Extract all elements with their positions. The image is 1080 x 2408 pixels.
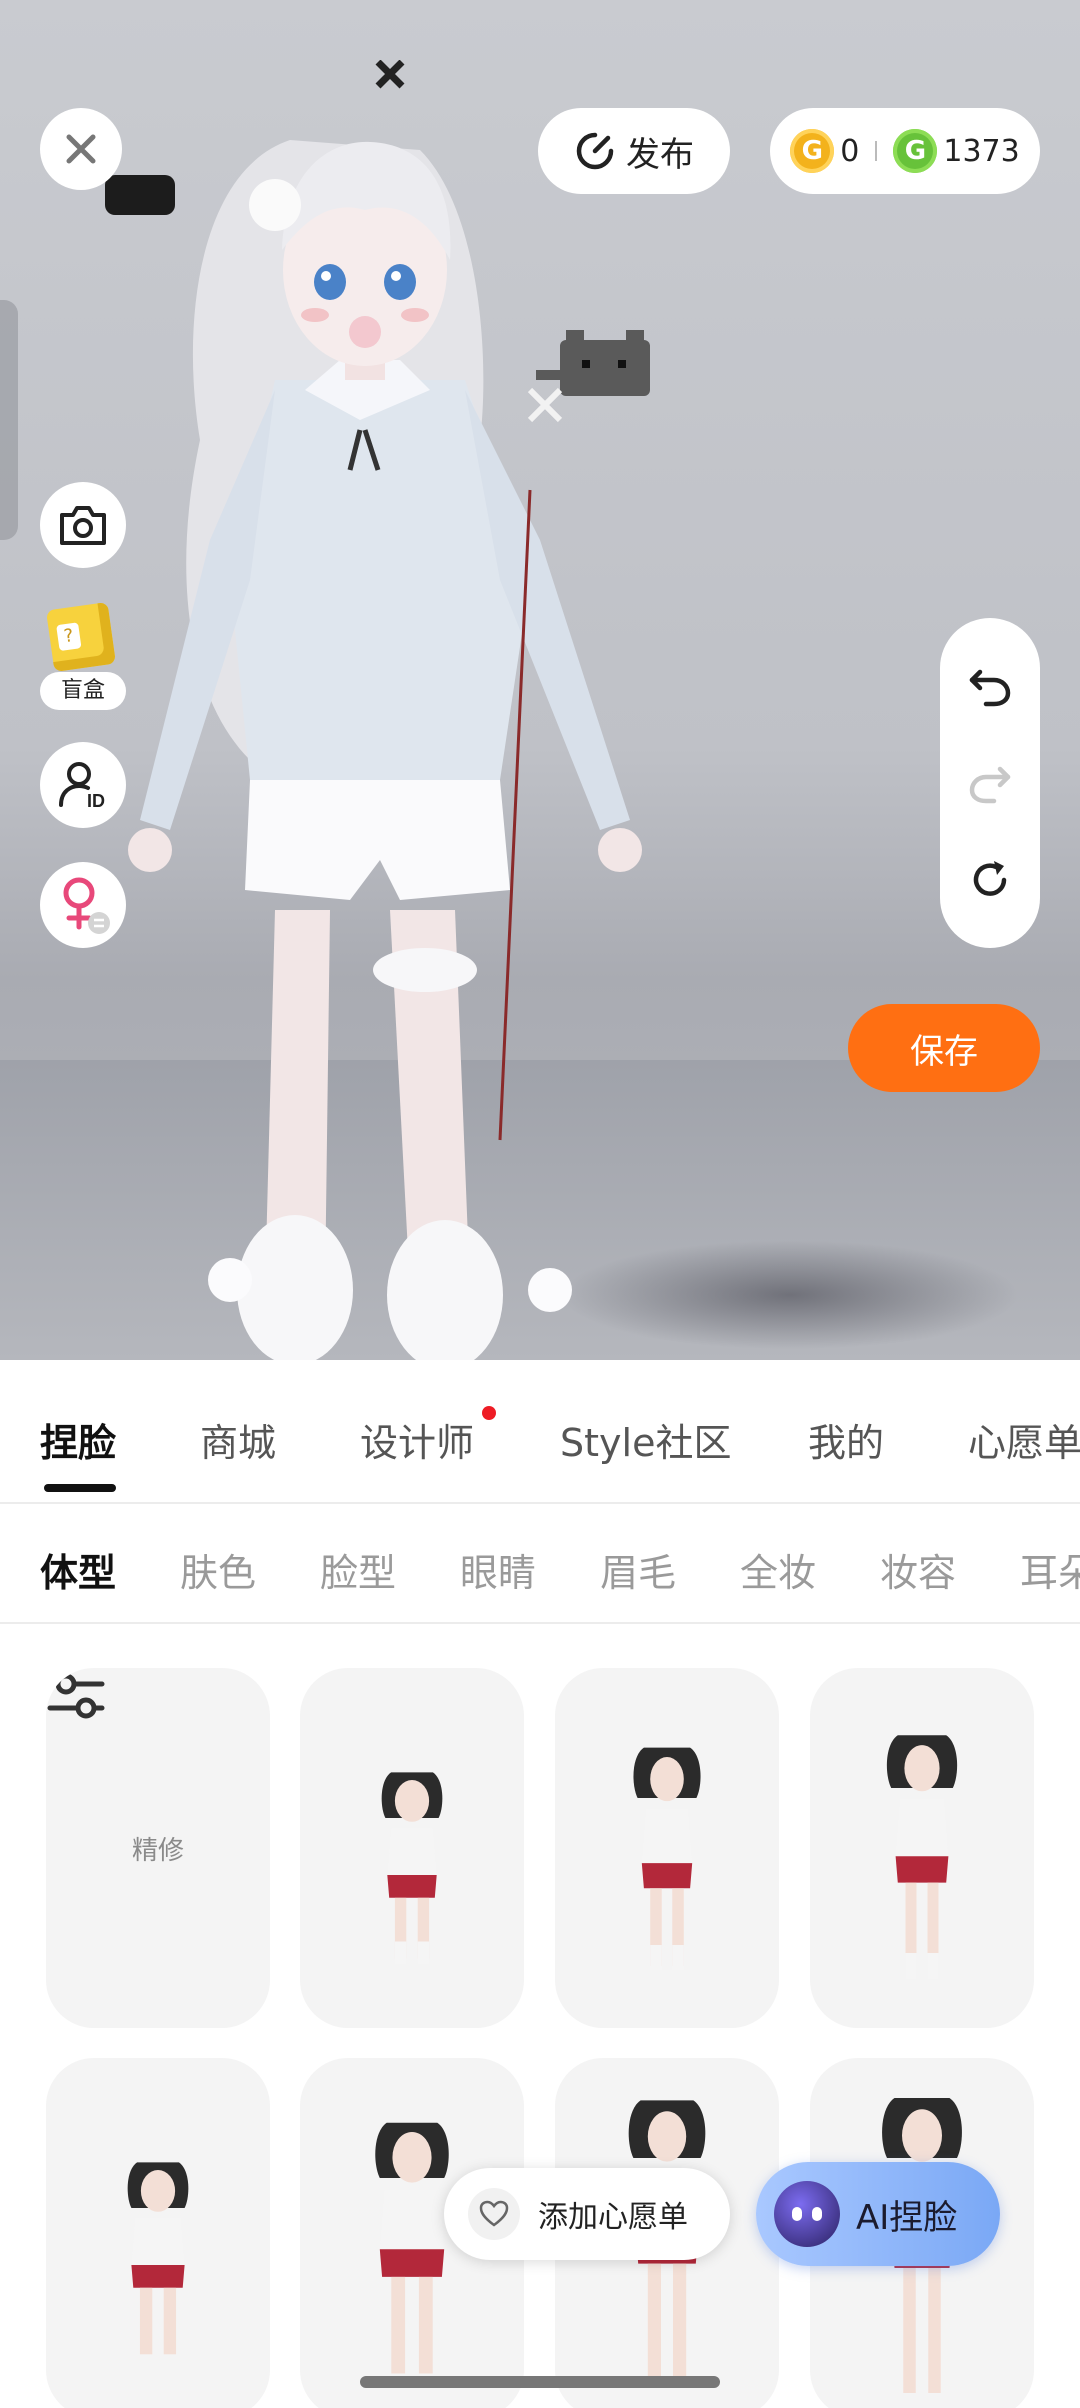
green-coin-count: 1373	[943, 133, 1020, 169]
publish-label: 发布	[626, 134, 694, 175]
currency-divider	[875, 141, 878, 161]
tab-style-community[interactable]: Style社区	[560, 1412, 731, 1467]
body-preset-card[interactable]	[555, 1668, 779, 2028]
body-preset-thumbnail	[127, 2162, 189, 2355]
body-preset-card[interactable]	[810, 1668, 1034, 2028]
publish-icon	[576, 132, 614, 170]
add-wishlist-button[interactable]: 添加心愿单	[444, 2168, 730, 2260]
subtab-face-shape[interactable]: 脸型	[320, 1542, 396, 1597]
camera-button[interactable]	[40, 482, 126, 568]
close-button[interactable]	[40, 108, 122, 190]
tab-wishlist[interactable]: 心愿单	[968, 1412, 1080, 1467]
svg-text:ID: ID	[87, 791, 105, 811]
home-indicator[interactable]	[360, 2376, 720, 2388]
subtab-body-shape[interactable]: 体型	[40, 1542, 116, 1597]
subtab-ears[interactable]: 耳朵	[1020, 1542, 1080, 1597]
blind-box-label: 盲盒	[40, 672, 126, 710]
body-preset-card[interactable]	[300, 1668, 524, 2028]
active-tab-indicator	[44, 1484, 116, 1492]
fine-tune-card[interactable]: 精修	[46, 1668, 270, 2028]
save-button[interactable]: 保存	[848, 1004, 1040, 1092]
sliders-icon	[47, 1673, 105, 1719]
ai-face-button[interactable]: AI捏脸	[756, 2162, 1000, 2266]
tab-face-sculpt[interactable]: 捏脸	[40, 1412, 116, 1467]
publish-button[interactable]: 发布	[538, 108, 730, 194]
avatar-model[interactable]	[60, 60, 720, 1360]
avatar-id-button[interactable]: ID	[40, 742, 126, 828]
subtab-eyes[interactable]: 眼睛	[460, 1542, 536, 1597]
female-gender-icon	[63, 877, 110, 934]
avatar-stage[interactable]: 发布 G 0 G 1373 ? 盲盒 ID 保存	[0, 0, 1080, 1360]
subtab-makeup[interactable]: 妆容	[880, 1542, 956, 1597]
gender-switch-button[interactable]	[40, 862, 126, 948]
camera-icon	[60, 506, 106, 545]
close-icon	[66, 134, 96, 164]
history-controls	[940, 618, 1040, 948]
blind-box-button[interactable]: ? 盲盒	[40, 601, 130, 710]
subtab-eyebrows[interactable]: 眉毛	[600, 1542, 676, 1597]
tab-shop[interactable]: 商城	[200, 1412, 276, 1467]
body-preset-thumbnail	[381, 1772, 443, 1965]
currency-balance[interactable]: G 0 G 1373	[770, 108, 1040, 194]
reset-icon[interactable]	[968, 858, 1012, 902]
subtab-skin-color[interactable]: 肤色	[180, 1542, 256, 1597]
sub-tab-bar: 体型 肤色 脸型 眼睛 眉毛 全妆 妆容 耳朵	[0, 1506, 1080, 1624]
side-drawer-handle[interactable]	[0, 300, 18, 540]
gold-coin-icon: G	[790, 129, 835, 173]
redo-icon[interactable]	[968, 761, 1012, 805]
tab-designer[interactable]: 设计师	[360, 1412, 474, 1467]
add-wishlist-label: 添加心愿单	[538, 2200, 688, 2235]
ai-face-label: AI捏脸	[856, 2197, 958, 2238]
tab-mine[interactable]: 我的	[808, 1412, 884, 1467]
notification-dot	[482, 1406, 496, 1420]
user-id-icon: ID	[59, 762, 105, 811]
undo-icon[interactable]	[968, 664, 1012, 708]
gold-coin-count: 0	[840, 133, 860, 169]
fine-tune-label: 精修	[131, 1835, 184, 1866]
ai-robot-icon	[774, 2181, 840, 2247]
heart-icon	[468, 2188, 520, 2240]
body-preset-thumbnail	[633, 1747, 701, 1971]
green-coin-icon: G	[893, 129, 938, 173]
subtab-full-makeup[interactable]: 全妆	[740, 1542, 816, 1597]
body-preset-thumbnail	[886, 1735, 958, 1980]
body-preset-card[interactable]	[46, 2058, 270, 2408]
main-tab-bar: 捏脸 商城 设计师 Style社区 我的 心愿单	[0, 1360, 1080, 1504]
blind-box-icon: ?	[45, 601, 117, 673]
